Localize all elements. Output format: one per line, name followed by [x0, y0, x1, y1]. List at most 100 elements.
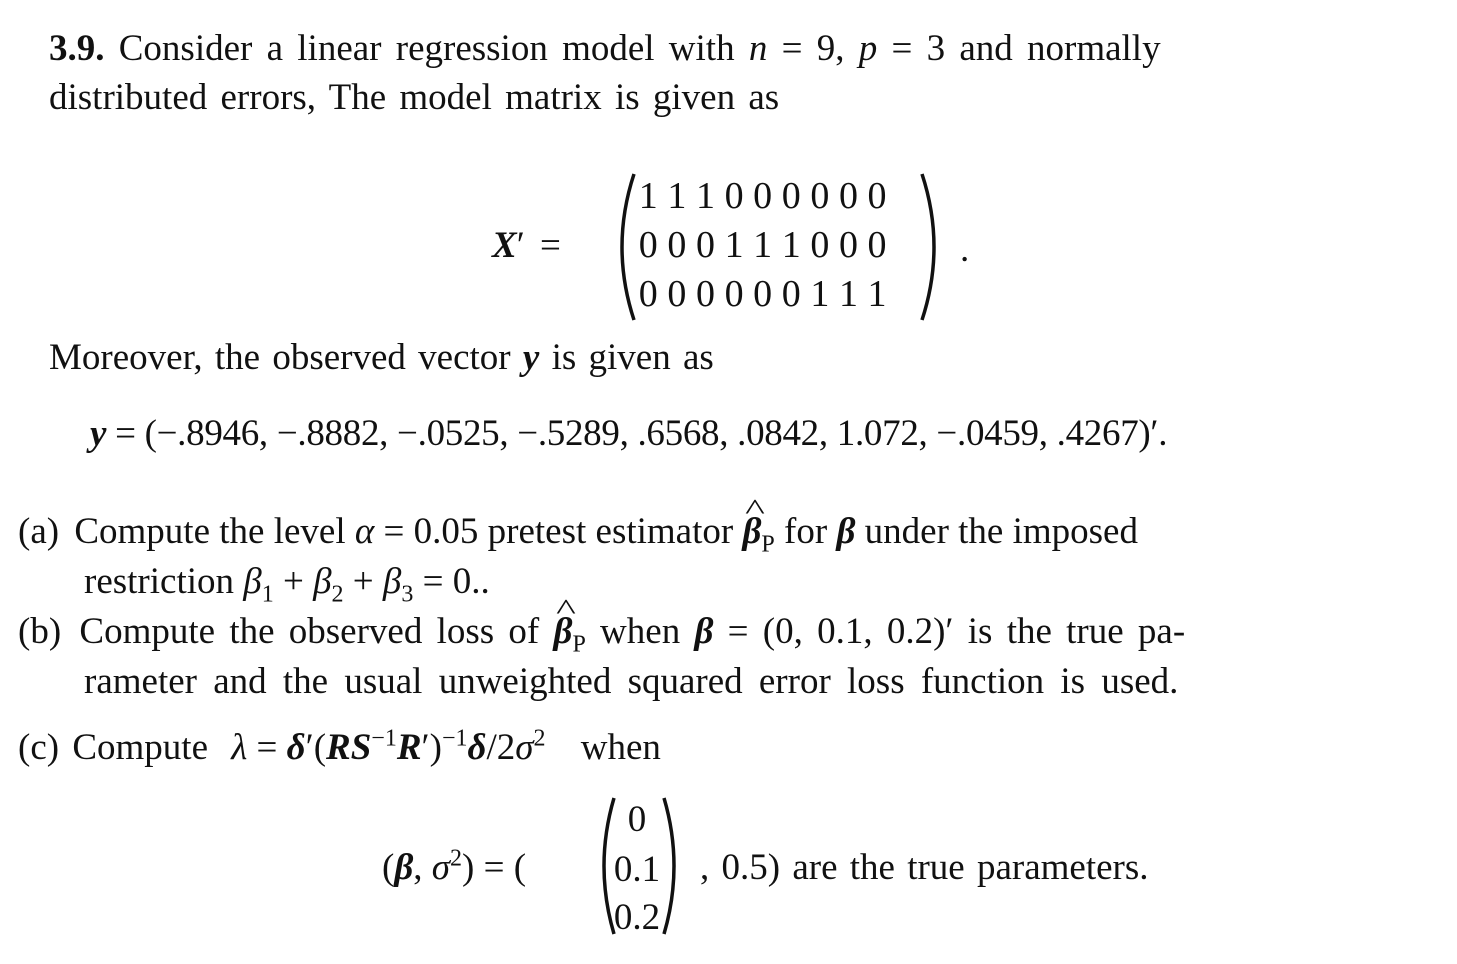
- beta-vector-entry-2: 0.1: [613, 849, 661, 890]
- vector-intro-text: Moreover, the observed vector: [49, 337, 523, 378]
- matrix-cell: 1: [753, 224, 773, 266]
- beta-vector-entry-3: 0.2: [613, 897, 661, 938]
- n-value: = 9,: [767, 28, 859, 69]
- part-a-text: Compute the level: [74, 511, 355, 552]
- part-a-label: (a): [18, 511, 60, 552]
- matrix-cell: 0: [695, 273, 715, 315]
- R-symbol-2: R: [396, 727, 422, 768]
- R-symbol: R: [326, 727, 351, 768]
- sigma-symbol: σ: [431, 847, 451, 888]
- matrix-cell: 0: [781, 175, 801, 217]
- beta-symbol: β: [394, 847, 414, 888]
- square-exp: 2: [450, 845, 463, 872]
- part-a-text-3: for: [774, 511, 837, 552]
- right-paren-icon: [920, 173, 936, 321]
- when-text: when: [580, 727, 661, 768]
- lhs-close: ) = (: [462, 847, 527, 888]
- p-value: = 3 and normally: [877, 28, 1161, 69]
- true-params-lhs: (β, σ2) = (: [382, 845, 527, 888]
- beta-vector-entry-1: 0: [627, 799, 647, 840]
- equals-sign: =: [247, 727, 287, 768]
- matrix-cell: 1: [781, 224, 801, 266]
- matrix-cell: 0: [667, 273, 687, 315]
- matrix-cell: 0: [638, 273, 658, 315]
- matrix-cell: 0: [810, 175, 830, 217]
- open-paren: (: [313, 727, 327, 768]
- problem-line-2: distributed errors, The model matrix is …: [49, 77, 780, 118]
- matrix-row-3: 000000111: [634, 272, 891, 316]
- close-paren: ): [429, 727, 442, 768]
- matrix-cell: 0: [781, 273, 801, 315]
- matrix-X-symbol: X: [492, 225, 517, 266]
- vector-intro: Moreover, the observed vector y is given…: [49, 338, 714, 378]
- delta-symbol-2: δ: [467, 727, 487, 768]
- subscript-p: P: [572, 631, 586, 658]
- S-symbol: S: [350, 727, 372, 768]
- equals-sign: =: [540, 225, 561, 266]
- matrix-cell: 1: [867, 273, 887, 315]
- square-exp: 2: [533, 725, 546, 752]
- alpha-symbol: α: [354, 511, 375, 552]
- comma: ,: [413, 847, 432, 888]
- y-lhs-symbol: y: [90, 413, 107, 454]
- beta-hat-symbol: β: [553, 612, 572, 652]
- part-b-line-1: (b) Compute the observed loss of βP when…: [18, 611, 1186, 657]
- true-params-tail: , 0.5) are the true parameters.: [700, 847, 1149, 888]
- part-a-line-2: restriction β1 + β2 + β3 = 0..: [84, 561, 490, 607]
- prime-mark: ′: [305, 727, 314, 768]
- matrix-cell: 1: [724, 224, 744, 266]
- beta-1: β: [243, 561, 262, 602]
- part-b-text: Compute the observed loss of: [79, 611, 554, 652]
- matrix-period: .: [960, 229, 970, 270]
- subscript-p: P: [761, 531, 775, 558]
- restriction-end: = 0..: [413, 561, 490, 602]
- beta-2: β: [313, 561, 332, 602]
- matrix-cell: 0: [753, 175, 773, 217]
- matrix-cell: 0: [695, 224, 715, 266]
- matrix-cell: 0: [667, 224, 687, 266]
- n-symbol: n: [748, 28, 768, 69]
- beta-hat-symbol: β: [742, 512, 761, 552]
- part-b-label: (b): [18, 611, 62, 652]
- part-b-text-3: = (0, 0.1, 0.2)′ is the true pa-: [713, 611, 1186, 652]
- matrix-row-1: 111000000: [634, 174, 891, 218]
- beta-symbol: β: [694, 611, 714, 652]
- part-a-text-4: under the imposed: [855, 511, 1138, 552]
- matrix-row-2: 000111000: [634, 223, 891, 267]
- part-c-line-1: (c) Compute λ = δ′(RS−1R′)−1δ/2σ2 when: [18, 725, 661, 768]
- matrix-cell: 1: [838, 273, 858, 315]
- problem-line-1: 3.9. Consider a linear regression model …: [49, 29, 1161, 69]
- part-a-line-1: (a) Compute the level α = 0.05 pretest e…: [18, 511, 1138, 557]
- matrix-cell: 1: [810, 273, 830, 315]
- part-c-label: (c): [18, 727, 60, 768]
- lambda-symbol: λ: [231, 727, 248, 768]
- matrix-cell: 0: [838, 224, 858, 266]
- p-symbol: p: [858, 28, 878, 69]
- inverse-exp: −1: [371, 725, 397, 752]
- problem-number: 3.9.: [49, 28, 105, 69]
- matrix-cell: 0: [724, 175, 744, 217]
- prime-mark: ′: [516, 225, 525, 266]
- part-b-text-2: when: [585, 611, 695, 652]
- matrix-cell: 0: [753, 273, 773, 315]
- matrix-cell: 1: [667, 175, 687, 217]
- delta-symbol: δ: [286, 727, 306, 768]
- part-b-line-2: rameter and the usual unweighted squared…: [84, 661, 1179, 702]
- vector-intro-end: is given as: [539, 337, 714, 378]
- sub-3: 3: [401, 581, 414, 608]
- matrix-cell: 1: [638, 175, 658, 217]
- y-symbol: y: [522, 337, 540, 378]
- matrix-cell: 0: [867, 175, 887, 217]
- matrix-cell: 0: [638, 224, 658, 266]
- plus-1: +: [273, 561, 314, 602]
- restriction-text: restriction: [84, 561, 244, 602]
- sub-2: 2: [331, 581, 344, 608]
- vector-y-equation: y = (−.8946, −.8882, −.0525, −.5289, .65…: [90, 414, 1167, 454]
- beta-symbol: β: [836, 511, 856, 552]
- y-values: = (−.8946, −.8882, −.0525, −.5289, .6568…: [106, 413, 1168, 454]
- matrix-cell: 1: [695, 175, 715, 217]
- matrix-label: X′ =: [492, 226, 561, 266]
- compute-text: Compute: [72, 727, 208, 768]
- sigma-symbol: σ: [515, 727, 534, 768]
- sub-1: 1: [261, 581, 274, 608]
